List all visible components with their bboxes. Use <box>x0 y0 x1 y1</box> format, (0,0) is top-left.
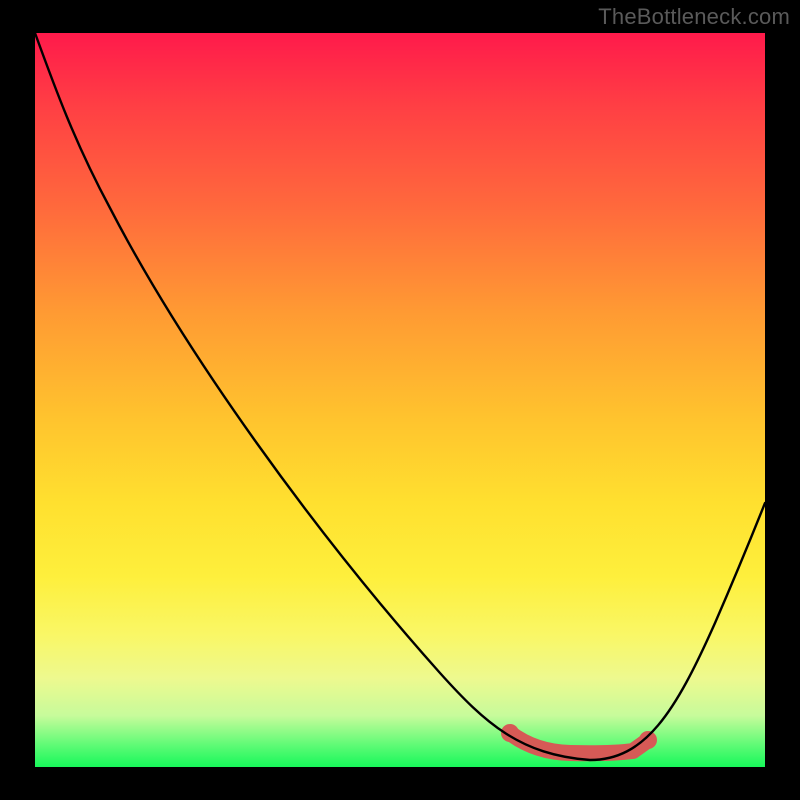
optimal-band-dot-right <box>639 731 657 749</box>
optimal-band <box>510 733 647 753</box>
bottleneck-curve <box>35 33 765 760</box>
watermark-text: TheBottleneck.com <box>598 4 790 30</box>
bottleneck-curve-svg <box>35 33 765 767</box>
chart-frame: TheBottleneck.com <box>0 0 800 800</box>
plot-area <box>35 33 765 767</box>
